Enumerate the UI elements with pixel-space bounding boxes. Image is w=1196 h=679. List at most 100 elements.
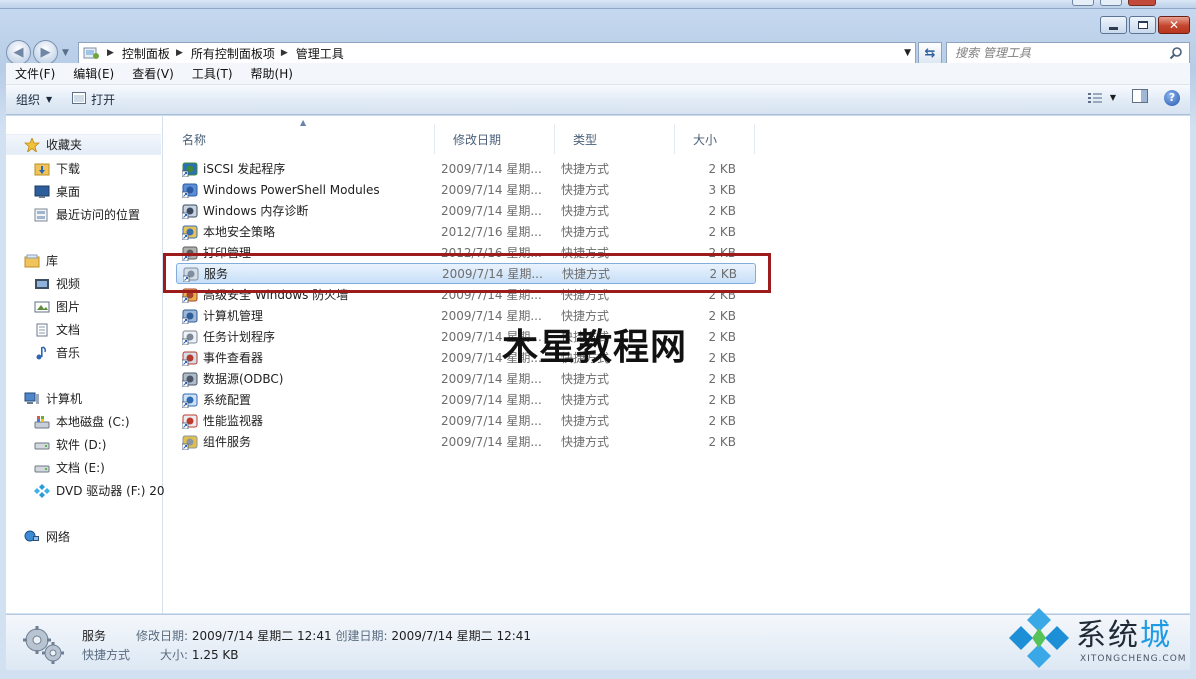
computer-management-icon (181, 308, 198, 324)
file-row[interactable]: 系统配置 2009/7/14 星期... 快捷方式 2 KB (176, 389, 756, 410)
search-icon[interactable] (1169, 46, 1183, 60)
breadcrumb-control-panel[interactable]: 控制面板 (122, 45, 170, 62)
file-name-text: 系统配置 (203, 393, 252, 407)
menu-edit[interactable]: 编辑(E) (64, 65, 123, 82)
file-size-cell: 2 KB (708, 224, 736, 239)
breadcrumb-admin-tools[interactable]: 管理工具 (296, 45, 344, 62)
component-services-icon (181, 434, 198, 450)
organize-button[interactable]: 组织 ▼ (6, 88, 62, 112)
menu-tools[interactable]: 工具(T) (183, 65, 242, 82)
close-button[interactable]: ✕ (1158, 16, 1190, 34)
menu-view[interactable]: 查看(V) (123, 65, 183, 82)
nav-item-desktop[interactable]: 桌面 (6, 181, 163, 202)
file-size-cell: 2 KB (708, 203, 736, 218)
nav-network-label: 网络 (46, 530, 71, 544)
nav-item-pictures[interactable]: 图片 (6, 296, 163, 317)
brand-watermark-text: 系统城 (1076, 610, 1172, 654)
file-name-cell: 计算机管理 (176, 307, 438, 324)
open-button[interactable]: 打开 (62, 88, 125, 112)
file-name-text: iSCSI 发起程序 (203, 162, 286, 176)
breadcrumb-separator-icon[interactable]: ▶ (176, 48, 183, 58)
file-row[interactable]: Windows 内存诊断 2009/7/14 星期... 快捷方式 2 KB (176, 200, 756, 221)
minimize-button[interactable] (1100, 16, 1127, 34)
back-button[interactable]: ◀ (6, 40, 31, 65)
file-name-text: 计算机管理 (203, 309, 264, 323)
nav-libraries[interactable]: 库 (6, 250, 163, 271)
column-header-type[interactable]: 类型 (555, 124, 675, 154)
file-name-text: Windows PowerShell Modules (203, 182, 380, 197)
nav-item-drive-e[interactable]: 文档 (E:) (6, 457, 163, 478)
nav-item-videos[interactable]: 视频 (6, 273, 163, 294)
file-row[interactable]: 组件服务 2009/7/14 星期... 快捷方式 2 KB (176, 431, 756, 452)
file-size-cell: 2 KB (708, 392, 736, 407)
column-header-date[interactable]: 修改日期 (435, 124, 555, 154)
nav-item-drive-c[interactable]: 本地磁盘 (C:) (6, 411, 163, 432)
file-row[interactable]: 数据源(ODBC) 2009/7/14 星期... 快捷方式 2 KB (176, 368, 756, 389)
file-date-cell: 2012/7/16 星期... (441, 225, 542, 239)
file-name-cell: 系统配置 (176, 391, 438, 408)
nav-item-label: 图片 (56, 300, 81, 314)
file-row[interactable]: 性能监视器 2009/7/14 星期... 快捷方式 2 KB (176, 410, 756, 431)
recent-pages-dropdown-icon[interactable]: ▼ (62, 48, 69, 58)
search-box[interactable] (946, 42, 1190, 64)
address-bar[interactable]: ▶ 控制面板 ▶ 所有控制面板项 ▶ 管理工具 ▼ (78, 42, 916, 64)
file-name-cell: Windows PowerShell Modules (176, 182, 438, 198)
nav-item-downloads[interactable]: 下载 (6, 158, 163, 179)
refresh-button[interactable]: ⇆ (918, 42, 942, 64)
open-icon (72, 92, 87, 107)
nav-network[interactable]: 网络 (6, 526, 163, 547)
breadcrumb-all-items[interactable]: 所有控制面板项 (191, 45, 275, 62)
minimize-icon (1109, 26, 1118, 30)
hard-drive-icon (34, 461, 50, 475)
menu-file[interactable]: 文件(F) (6, 65, 64, 82)
file-name-text: 性能监视器 (203, 414, 264, 428)
details-modified-label: 修改日期: (136, 629, 189, 643)
nav-item-documents[interactable]: 文档 (6, 319, 163, 340)
nav-item-dvd-drive[interactable]: DVD 驱动器 (F:) 20 (6, 480, 165, 501)
file-date-cell: 2009/7/14 星期... (441, 183, 542, 197)
maximize-button[interactable] (1129, 16, 1156, 34)
navigation-pane: 收藏夹 下载 桌面 最近访问的位置 库 视频 图片 文档 音乐 计算机 本地磁盘… (6, 116, 165, 613)
documents-library-icon (34, 323, 50, 337)
nav-item-recent[interactable]: 最近访问的位置 (6, 204, 163, 225)
help-icon[interactable]: ? (1164, 89, 1180, 106)
menu-help[interactable]: 帮助(H) (242, 65, 302, 82)
video-library-icon (34, 277, 50, 291)
file-name-cell: 组件服务 (176, 433, 438, 450)
nav-computer[interactable]: 计算机 (6, 388, 163, 409)
file-type-cell: 快捷方式 (561, 162, 610, 176)
forward-button[interactable]: ▶ (33, 40, 58, 65)
file-row[interactable]: 本地安全策略 2012/7/16 星期... 快捷方式 2 KB (176, 221, 756, 242)
file-date-cell: 2009/7/14 星期... (441, 204, 542, 218)
breadcrumb-separator-icon[interactable]: ▶ (107, 48, 114, 58)
command-bar: 组织 ▼ 打开 ▼ ? (6, 85, 1190, 115)
nav-item-drive-d[interactable]: 软件 (D:) (6, 434, 163, 455)
file-size-cell: 2 KB (708, 161, 736, 176)
address-dropdown-icon[interactable]: ▼ (904, 48, 911, 58)
column-header-name[interactable]: 名称 (164, 124, 435, 154)
powershell-icon (181, 182, 198, 198)
view-options-button[interactable]: ▼ (1087, 92, 1116, 104)
nav-item-music[interactable]: 音乐 (6, 342, 163, 363)
dvd-drive-icon (34, 483, 50, 498)
breadcrumb-separator-icon[interactable]: ▶ (281, 48, 288, 58)
brand-watermark: 系统城 XITONGCHENG.COM (1000, 604, 1196, 674)
file-date-cell: 2009/7/14 星期... (441, 414, 542, 428)
nav-favorites[interactable]: 收藏夹 (6, 134, 161, 155)
preview-pane-button[interactable] (1132, 89, 1148, 106)
nav-item-label: 桌面 (56, 185, 81, 199)
file-row[interactable]: iSCSI 发起程序 2009/7/14 星期... 快捷方式 2 KB (176, 158, 756, 179)
search-input[interactable] (955, 46, 1155, 60)
star-icon (23, 136, 41, 153)
services-gear-icon (20, 623, 66, 665)
organize-label: 组织 (16, 93, 41, 107)
file-name-text: 事件查看器 (203, 351, 264, 365)
column-header-size[interactable]: 大小 (675, 124, 755, 154)
view-controls: ▼ ? (1087, 89, 1180, 106)
file-row[interactable]: Windows PowerShell Modules 2009/7/14 星期..… (176, 179, 756, 200)
file-name-cell: 事件查看器 (176, 349, 438, 366)
file-type-cell: 快捷方式 (561, 435, 610, 449)
file-name-text: 数据源(ODBC) (203, 372, 284, 386)
bg-minimize-icon (1072, 0, 1094, 6)
file-name-cell: 数据源(ODBC) (176, 370, 438, 387)
